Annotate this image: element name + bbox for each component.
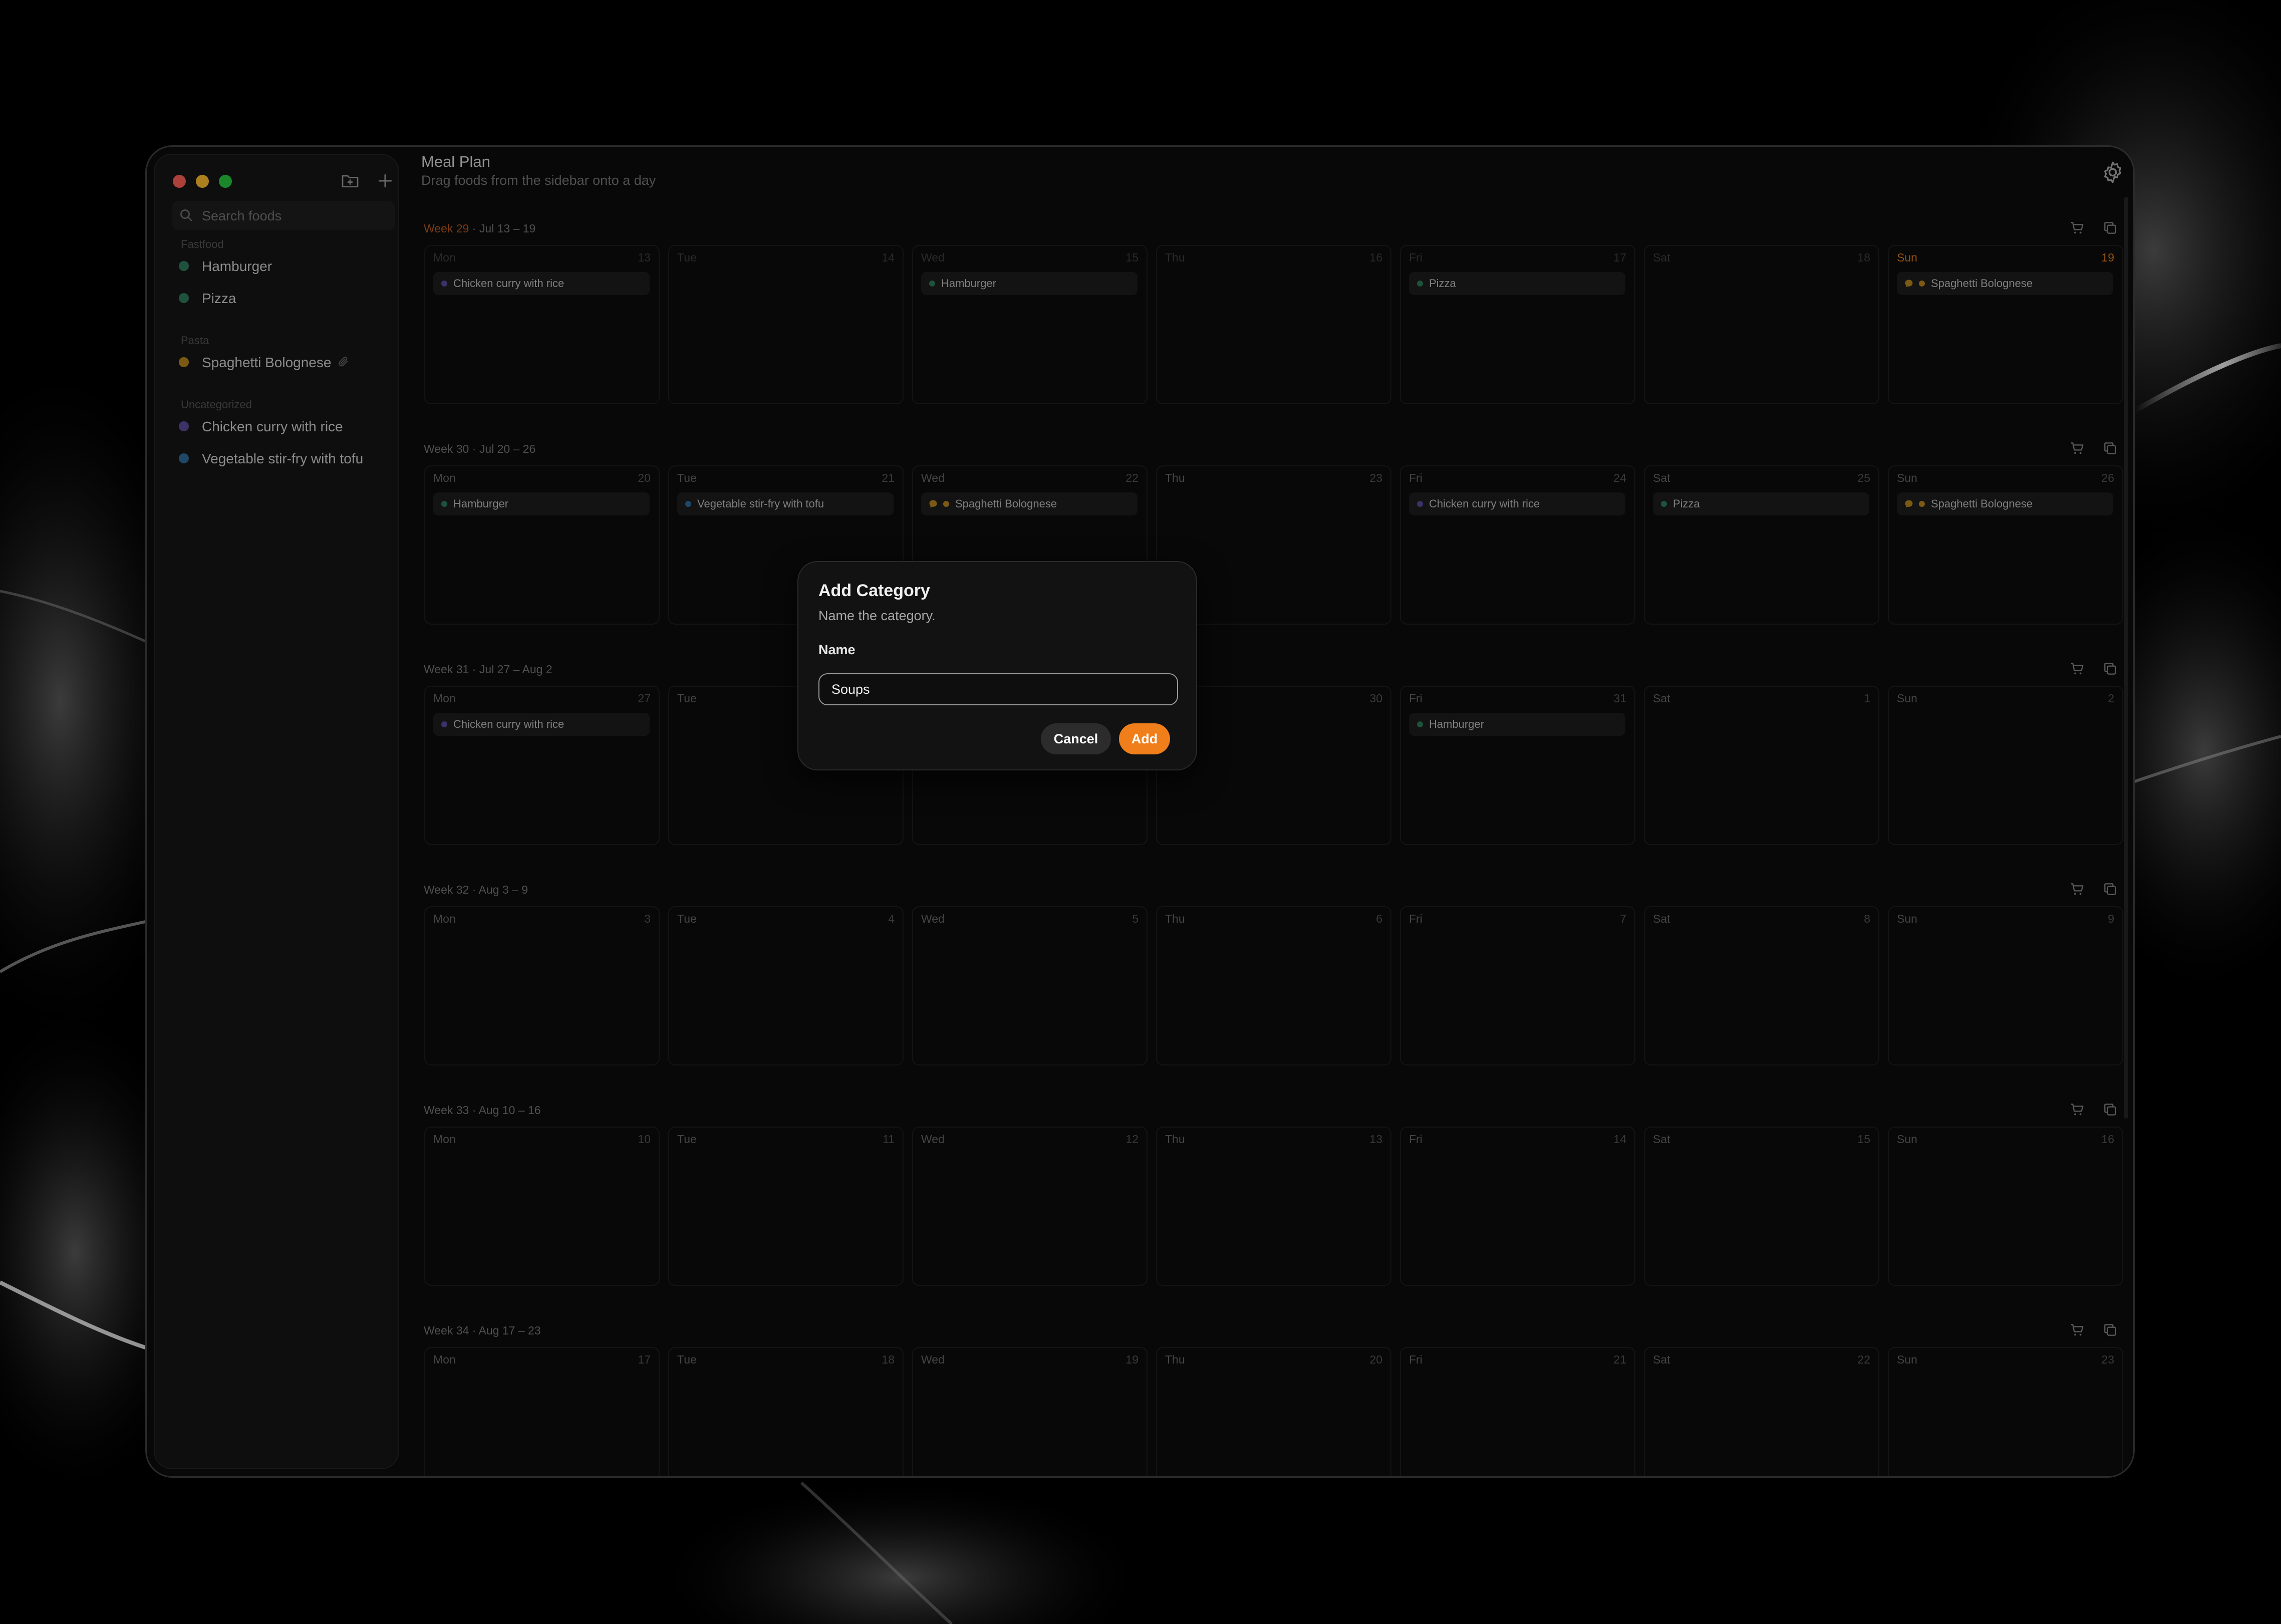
name-field-label: Name	[818, 642, 856, 657]
dialog-title: Add Category	[818, 581, 930, 600]
add-button[interactable]: Add	[1119, 723, 1170, 754]
app-window: Fastfood Hamburger Pizza Pasta Spaghetti…	[145, 145, 2135, 1478]
dialog-description: Name the category.	[818, 608, 936, 623]
modal-overlay	[147, 147, 2133, 1476]
cancel-button[interactable]: Cancel	[1041, 723, 1111, 754]
add-category-dialog: Add Category Name the category. Name Can…	[797, 561, 1197, 770]
category-name-input[interactable]	[818, 673, 1178, 705]
